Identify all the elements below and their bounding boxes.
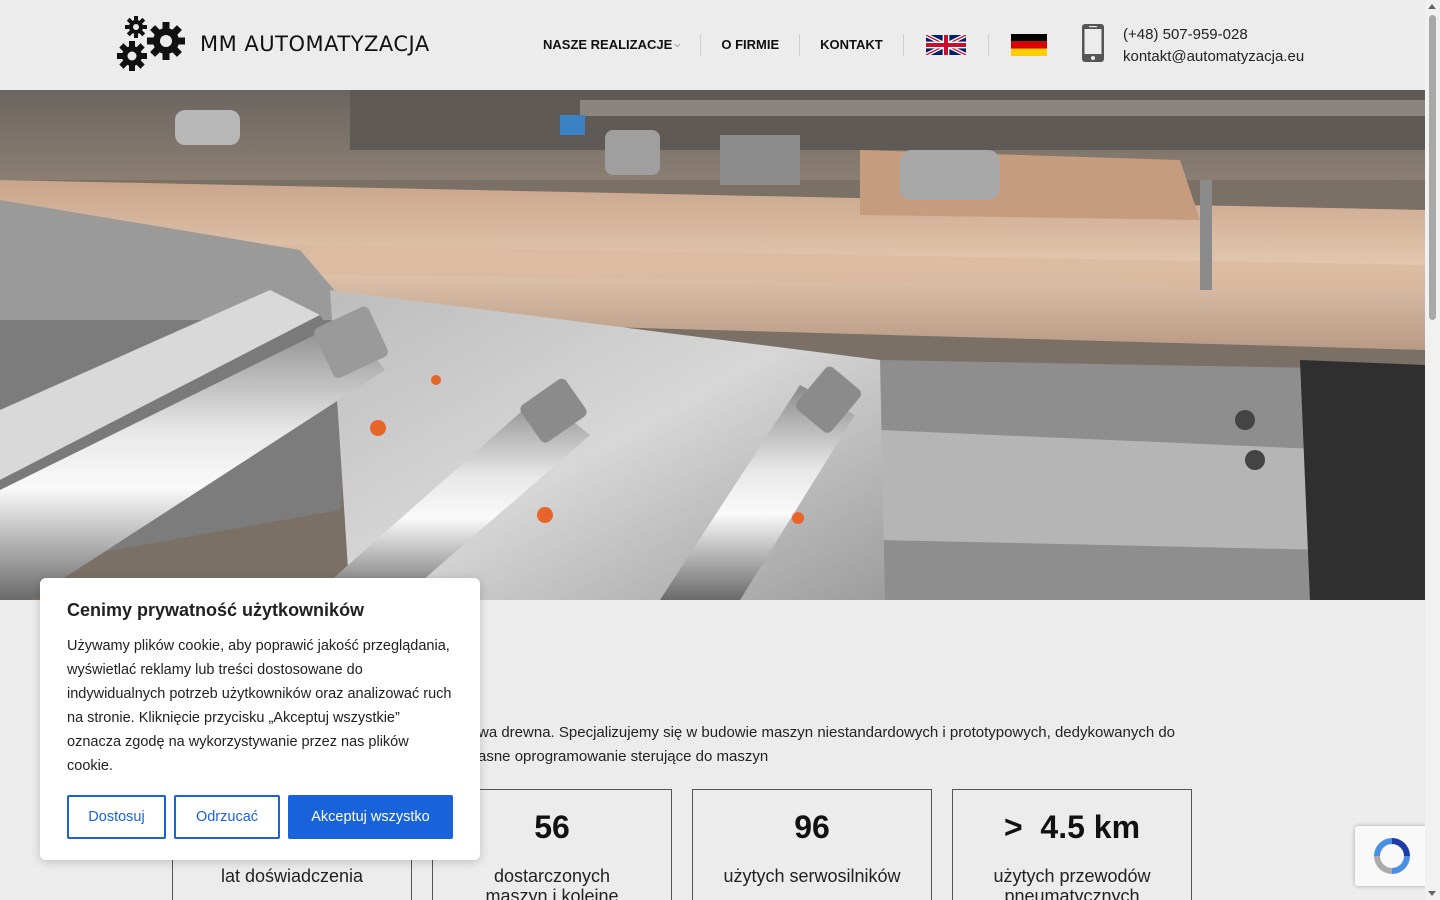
cookie-button-group: Dostosuj Odrzucać Akceptuj wszystko bbox=[67, 795, 453, 839]
stat-value: > 4.5 km bbox=[1003, 809, 1141, 845]
intro-text: wa drewna. Specjalizujemy się w budowie … bbox=[478, 721, 1238, 769]
logo-text: MM AUTOMATYZACJA bbox=[200, 32, 430, 56]
reject-button[interactable]: Odrzucać bbox=[174, 795, 280, 839]
uk-flag-icon bbox=[925, 35, 966, 55]
phone-icon bbox=[1082, 24, 1104, 62]
header-contact: (+48) 507-959-028 kontakt@automatyzacja.… bbox=[1123, 24, 1304, 68]
machine-photo bbox=[0, 90, 1425, 600]
nav-item-label: O FIRMIE bbox=[721, 37, 780, 52]
stat-label: dostarczonych maszyn i kolejne w budowie bbox=[485, 866, 619, 900]
scrollbar-thumb[interactable] bbox=[1429, 15, 1436, 320]
cookie-consent-banner: Cenimy prywatność użytkowników Używamy p… bbox=[40, 578, 480, 860]
phone-number[interactable]: (+48) 507-959-028 bbox=[1123, 24, 1304, 46]
de-flag-icon bbox=[1010, 34, 1047, 56]
stat-label: użytych przewodów pneumatycznych bbox=[993, 866, 1151, 900]
chevron-down-icon: ⌵ bbox=[674, 40, 681, 49]
language-english[interactable] bbox=[904, 34, 989, 56]
scroll-up-arrow-icon[interactable] bbox=[1428, 4, 1436, 9]
nav-item-kontakt[interactable]: KONTAKT bbox=[800, 34, 904, 56]
page-scrollbar[interactable] bbox=[1425, 0, 1440, 900]
stat-value: 96 bbox=[794, 809, 830, 845]
gears-logo-icon bbox=[117, 16, 185, 71]
nav-item-label: NASZE REALIZACJE bbox=[543, 37, 673, 52]
site-header: MM AUTOMATYZACJA NASZE REALIZACJE ⌵ O FIR… bbox=[0, 0, 1425, 90]
hero-image bbox=[0, 90, 1425, 600]
stat-card-pneumatic: > 4.5 km użytych przewodów pneumatycznyc… bbox=[952, 789, 1192, 900]
nav-item-label: KONTAKT bbox=[820, 37, 883, 52]
recaptcha-badge[interactable] bbox=[1355, 826, 1430, 886]
logo[interactable]: MM AUTOMATYZACJA bbox=[116, 16, 430, 72]
intro-line: asne oprogramowanie sterujące do maszyn bbox=[478, 748, 769, 765]
cookie-title: Cenimy prywatność użytkowników bbox=[67, 600, 365, 620]
cookie-description: Używamy plików cookie, aby poprawić jako… bbox=[67, 638, 452, 774]
customize-button[interactable]: Dostosuj bbox=[67, 795, 166, 839]
stat-card-servomotors: 96 użytych serwosilników bbox=[692, 789, 932, 900]
email-address[interactable]: kontakt@automatyzacja.eu bbox=[1123, 46, 1304, 68]
accept-all-button[interactable]: Akceptuj wszystko bbox=[288, 795, 453, 839]
nav-item-realizacje[interactable]: NASZE REALIZACJE ⌵ bbox=[532, 34, 702, 56]
language-german[interactable] bbox=[989, 34, 1047, 56]
stat-label: lat doświadczenia bbox=[220, 866, 364, 886]
stat-label: użytych serwosilników bbox=[723, 866, 901, 886]
recaptcha-icon bbox=[1374, 838, 1410, 874]
intro-line: wa drewna. Specjalizujemy się w budowie … bbox=[478, 724, 1176, 741]
main-nav: NASZE REALIZACJE ⌵ O FIRMIE KONTAKT bbox=[532, 34, 1047, 56]
scroll-down-arrow-icon[interactable] bbox=[1428, 891, 1436, 896]
nav-item-o-firmie[interactable]: O FIRMIE bbox=[701, 34, 801, 56]
